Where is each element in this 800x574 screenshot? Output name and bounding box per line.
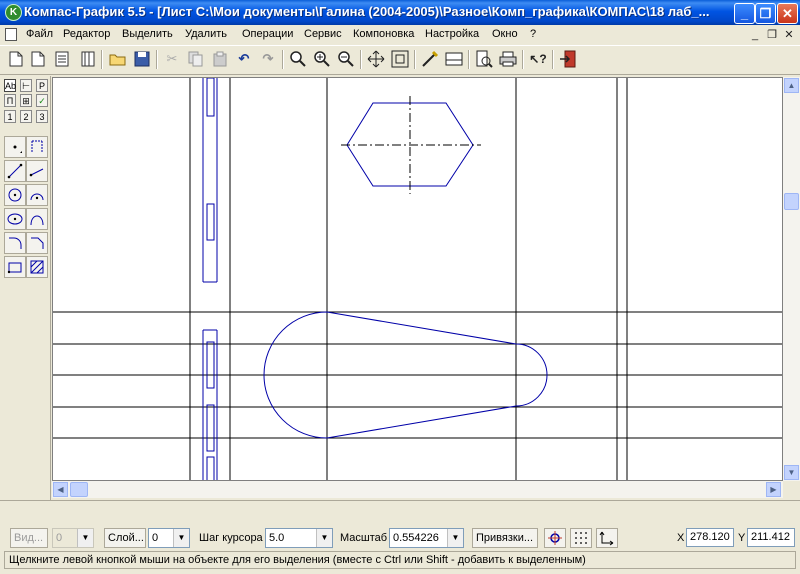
hatch-icon[interactable]: [26, 256, 48, 278]
cursor-step-select[interactable]: 5.0 ▼: [265, 528, 333, 548]
point-icon[interactable]: [4, 136, 26, 158]
document-icon[interactable]: [5, 28, 17, 41]
zoom-out-icon[interactable]: [336, 49, 356, 69]
zoom-window-icon[interactable]: [288, 49, 308, 69]
zoom-in-icon[interactable]: [312, 49, 332, 69]
scroll-right-button[interactable]: ▶: [766, 482, 781, 497]
chevron-down-icon: ▼: [77, 529, 93, 547]
view-button[interactable]: Вид...: [10, 528, 48, 548]
view-select-value: 0: [56, 532, 63, 544]
tab-edit[interactable]: P: [36, 79, 48, 92]
redo-icon[interactable]: ↷: [258, 49, 278, 69]
new-fragment-icon[interactable]: [28, 49, 48, 69]
tab-measure[interactable]: ⊞: [20, 94, 32, 107]
kompas-logo-icon[interactable]: K: [5, 4, 22, 21]
ellipse-icon[interactable]: [4, 208, 26, 230]
chevron-down-icon: ▼: [173, 529, 189, 547]
y-label: Y: [738, 532, 746, 544]
segment-icon[interactable]: [4, 160, 26, 182]
tab-select[interactable]: ✓: [36, 94, 48, 107]
tab-page-1[interactable]: 1: [4, 110, 16, 123]
close-button[interactable]: ✕: [777, 3, 798, 24]
scale-label: Масштаб: [340, 532, 388, 544]
arc-icon[interactable]: [26, 184, 48, 206]
refresh-icon[interactable]: [420, 49, 440, 69]
paste-icon[interactable]: [210, 49, 230, 69]
tab-page-2[interactable]: 2: [20, 110, 32, 123]
display-mode-icon[interactable]: [444, 49, 464, 69]
menu-operations[interactable]: Операции: [242, 28, 293, 40]
menu-editor[interactable]: Редактор: [63, 28, 110, 40]
menu-settings[interactable]: Настройка: [425, 28, 479, 40]
tab-dimensions[interactable]: ⊢: [20, 79, 32, 92]
menu-file[interactable]: Файл: [26, 28, 53, 40]
snaps-button[interactable]: Привязки...: [472, 528, 538, 548]
chamfer-icon[interactable]: [26, 232, 48, 254]
tab-text-dims[interactable]: Ab: [4, 79, 16, 92]
horizontal-scrollbar[interactable]: [52, 481, 783, 498]
window-title: Компас-График 5.5 - [Лист C:\Мои докумен…: [24, 4, 710, 19]
x-label: X: [677, 532, 685, 544]
layer-select[interactable]: 0 ▼: [148, 528, 190, 548]
pan-icon[interactable]: [366, 49, 386, 69]
new-sheet-icon[interactable]: [6, 49, 26, 69]
drawing-canvas[interactable]: [52, 77, 783, 481]
fillet-icon[interactable]: [4, 232, 26, 254]
menu-service[interactable]: Сервис: [304, 28, 342, 40]
menu-window[interactable]: Окно: [492, 28, 518, 40]
status-hint: Щелкните левой кнопкой мыши на объекте д…: [4, 551, 796, 569]
rectangle-icon[interactable]: [4, 256, 26, 278]
zoom-all-icon[interactable]: [390, 49, 410, 69]
scale-value: 0.554226: [393, 532, 439, 544]
tab-page-3[interactable]: 3: [36, 110, 48, 123]
x-coordinate-field[interactable]: 278.120: [686, 528, 734, 547]
chevron-down-icon: ▼: [316, 529, 332, 547]
menu-layout[interactable]: Компоновка: [353, 28, 414, 40]
menu-select[interactable]: Выделить: [122, 28, 173, 40]
horizontal-scroll-thumb[interactable]: [70, 482, 88, 497]
layer-select-value: 0: [152, 532, 159, 544]
maximize-button[interactable]: ❐: [755, 3, 776, 24]
doc-restore-button[interactable]: ❐: [765, 28, 779, 42]
copy-icon[interactable]: [186, 49, 206, 69]
cursor-step-label: Шаг курсора: [199, 532, 263, 544]
auxiliary-line-icon[interactable]: [26, 136, 48, 158]
vertical-scrollbar[interactable]: [783, 77, 800, 481]
cut-icon[interactable]: ✂: [162, 49, 182, 69]
open-icon[interactable]: [108, 49, 128, 69]
undo-icon[interactable]: ↶: [234, 49, 254, 69]
scale-select[interactable]: 0.554226 ▼: [389, 528, 464, 548]
snap-toggle-icon[interactable]: [544, 528, 566, 548]
scroll-up-button[interactable]: ▲: [784, 78, 799, 93]
menu-delete[interactable]: Удалить: [185, 28, 227, 40]
tab-params[interactable]: П: [4, 94, 16, 107]
coordinate-system-icon[interactable]: [596, 528, 618, 548]
cursor-step-value: 5.0: [269, 532, 285, 544]
new-spec-icon[interactable]: [78, 49, 98, 69]
spline-icon[interactable]: [26, 208, 48, 230]
grid-icon[interactable]: [570, 528, 592, 548]
menu-help[interactable]: ?: [530, 28, 536, 40]
new-text-doc-icon[interactable]: [52, 49, 72, 69]
vertical-scroll-thumb[interactable]: [784, 193, 799, 210]
parallel-segment-icon[interactable]: [26, 160, 48, 182]
scroll-down-button[interactable]: ▼: [784, 465, 799, 480]
scroll-left-button[interactable]: ◀: [53, 482, 68, 497]
exit-icon[interactable]: [558, 49, 578, 69]
doc-close-button[interactable]: ✕: [782, 28, 796, 42]
save-icon[interactable]: [132, 49, 152, 69]
minimize-button[interactable]: _: [734, 3, 755, 24]
preview-icon[interactable]: [474, 49, 494, 69]
chevron-down-icon: ▼: [447, 529, 463, 547]
circle-icon[interactable]: [4, 184, 26, 206]
layer-button[interactable]: Слой...: [104, 528, 146, 548]
print-icon[interactable]: [498, 49, 518, 69]
y-coordinate-field[interactable]: 211.412: [747, 528, 795, 547]
help-icon[interactable]: ↖?: [528, 49, 548, 69]
doc-minimize-button[interactable]: _: [748, 28, 762, 42]
view-select[interactable]: 0 ▼: [52, 528, 94, 548]
